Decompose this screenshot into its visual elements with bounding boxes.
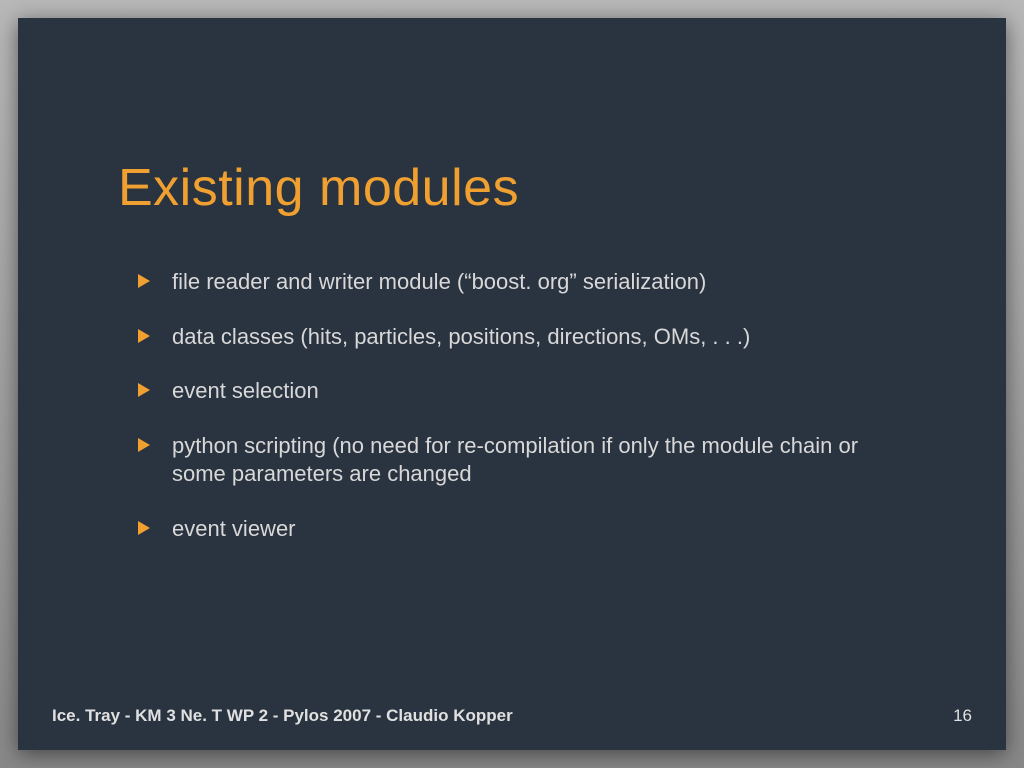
list-item: event viewer: [138, 515, 916, 544]
bullet-list: file reader and writer module (“boost. o…: [138, 268, 916, 570]
list-item: file reader and writer module (“boost. o…: [138, 268, 916, 297]
list-item: python scripting (no need for re-compila…: [138, 432, 916, 489]
list-item: data classes (hits, particles, positions…: [138, 323, 916, 352]
slide-title: Existing modules: [118, 158, 519, 218]
page-number: 16: [953, 706, 972, 726]
slide: Existing modules file reader and writer …: [18, 18, 1006, 750]
footer-text: Ice. Tray - KM 3 Ne. T WP 2 - Pylos 2007…: [52, 706, 513, 726]
list-item: event selection: [138, 377, 916, 406]
